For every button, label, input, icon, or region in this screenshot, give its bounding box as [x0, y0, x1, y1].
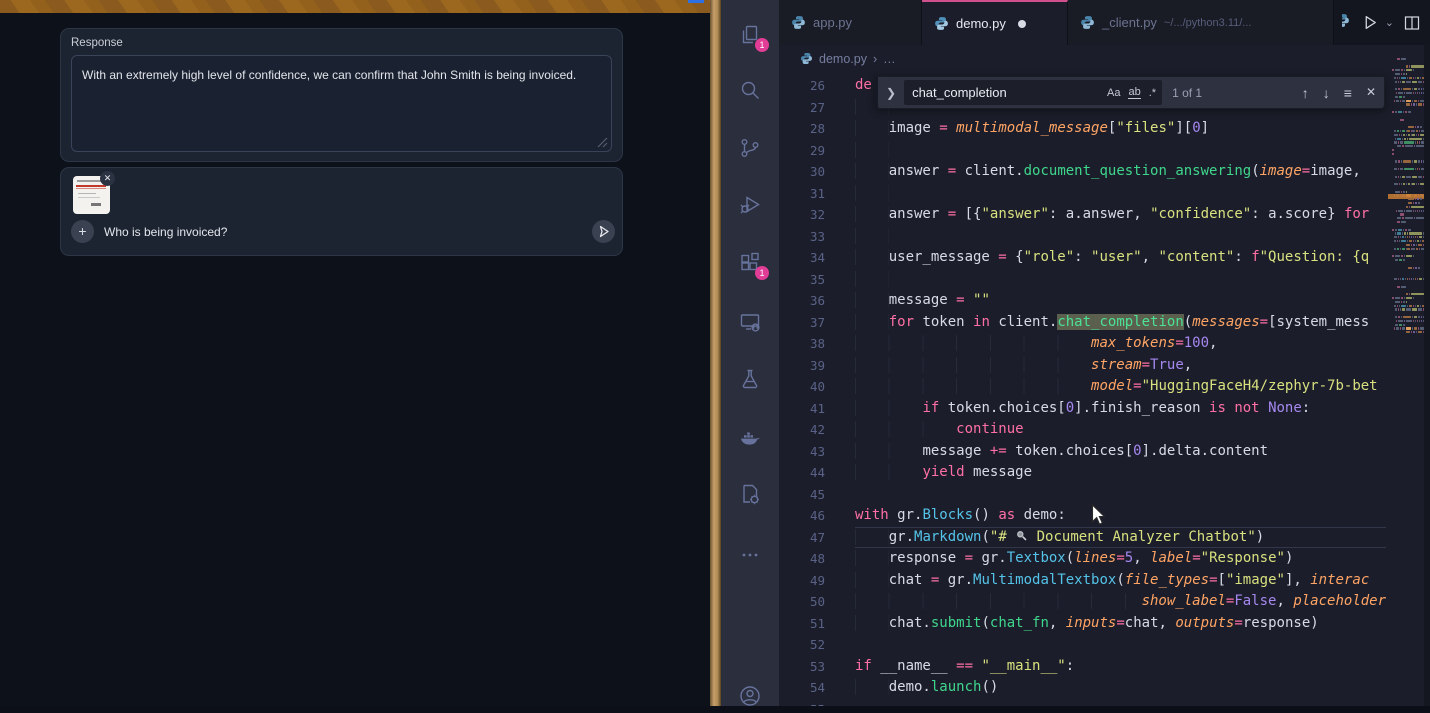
modified-dot[interactable] — [1018, 20, 1026, 28]
tab-description: ~/.../python3.11/... — [1164, 17, 1252, 29]
code-line-50[interactable]: 50 show_label=False, placeholder= — [779, 591, 1430, 613]
breadcrumb[interactable]: demo.py › … — [779, 45, 1430, 72]
code-line-42[interactable]: 42 continue — [779, 419, 1430, 441]
mouse-cursor — [1091, 504, 1106, 526]
scrollbar-track[interactable] — [1424, 45, 1430, 706]
python-icon — [1080, 15, 1095, 30]
code-line-36[interactable]: 36 message = "" — [779, 290, 1430, 312]
resize-handle-icon[interactable] — [597, 137, 608, 148]
code-line-32[interactable]: 32 answer = [{"answer": a.answer, "confi… — [779, 204, 1430, 226]
breadcrumb-more[interactable]: … — [883, 52, 896, 66]
more-views-icon[interactable] — [738, 543, 762, 567]
code-line-55[interactable]: 55 — [779, 699, 1430, 707]
response-block: Response With an extremely high level of… — [60, 28, 623, 162]
code-line-41[interactable]: 41 if token.choices[0].finish_reason is … — [779, 398, 1430, 420]
regex-toggle[interactable]: .* — [1149, 87, 1156, 99]
response-text: With an extremely high level of confiden… — [82, 68, 576, 82]
editor-actions: ⌄ — [1342, 0, 1430, 45]
code-line-29[interactable]: 29 — [779, 140, 1430, 162]
find-query[interactable]: chat_completion — [912, 85, 1099, 100]
response-label: Response — [71, 37, 123, 49]
close-find-button[interactable]: ✕ — [1366, 85, 1376, 101]
code-line-33[interactable]: 33 — [779, 226, 1430, 248]
code-line-35[interactable]: 35 — [779, 269, 1430, 291]
remove-attachment-button[interactable]: ✕ — [100, 171, 115, 186]
explorer-icon[interactable]: 1 — [738, 23, 762, 47]
find-widget: ❯ chat_completion Aa ab .* 1 of 1 ↑ ↓ ≡ … — [875, 76, 1385, 109]
python-icon — [791, 15, 806, 30]
previous-match-button[interactable]: ↑ — [1302, 85, 1309, 101]
response-textarea[interactable]: With an extremely high level of confiden… — [71, 55, 612, 152]
tab-bar: app.py demo.py _client.py ~/.../python3.… — [779, 0, 1430, 45]
tab-label: _client.py — [1102, 15, 1157, 30]
find-input[interactable]: chat_completion Aa ab .* — [904, 80, 1162, 105]
code-line-28[interactable]: 28 image = multimodal_message["files"][0… — [779, 118, 1430, 140]
code-line-49[interactable]: 49 chat = gr.MultimodalTextbox(file_type… — [779, 570, 1430, 592]
chat-input[interactable]: Who is being invoiced? — [104, 225, 227, 239]
overflow-tab-python-icon — [1342, 13, 1352, 33]
window-chrome-strip — [0, 0, 710, 13]
code-line-51[interactable]: 51 chat.submit(chat_fn, inputs=chat, out… — [779, 613, 1430, 635]
run-python-file-button[interactable] — [1362, 14, 1379, 31]
code-line-40[interactable]: 40 model="HuggingFaceH4/zephyr-7b-bet — [779, 376, 1430, 398]
breadcrumb-separator: › — [873, 52, 877, 66]
send-icon — [592, 220, 615, 243]
search-icon[interactable] — [738, 78, 762, 102]
run-debug-icon[interactable] — [738, 193, 762, 217]
code-line-47[interactable]: 47 gr.Markdown("# Document Analyzer Chat… — [779, 527, 1430, 549]
python-icon — [934, 16, 949, 31]
code-line-52[interactable]: 52 — [779, 634, 1430, 656]
source-control-icon[interactable] — [738, 136, 762, 160]
code-line-54[interactable]: 54 demo.launch() — [779, 677, 1430, 699]
make-tools-icon[interactable] — [738, 482, 762, 506]
code-line-34[interactable]: 34 user_message = {"role": "user", "cont… — [779, 247, 1430, 269]
find-results: 1 of 1 — [1172, 86, 1202, 100]
tab-demo-py[interactable]: demo.py — [922, 0, 1068, 45]
next-match-button[interactable]: ↓ — [1323, 85, 1330, 101]
account-icon[interactable] — [738, 684, 762, 708]
send-button[interactable] — [592, 220, 615, 243]
code-line-45[interactable]: 45 — [779, 484, 1430, 506]
match-case-toggle[interactable]: Aa — [1107, 87, 1120, 99]
pane-divider[interactable] — [710, 0, 721, 706]
code-line-38[interactable]: 38 max_tokens=100, — [779, 333, 1430, 355]
extensions-badge: 1 — [755, 266, 769, 280]
editor-zone: app.py demo.py _client.py ~/.../python3.… — [779, 0, 1430, 706]
chat-input-block: ✕ + Who is being invoiced? — [60, 167, 623, 256]
tab-client-py[interactable]: _client.py ~/.../python3.11/... — [1068, 0, 1334, 45]
breadcrumb-file[interactable]: demo.py — [819, 52, 867, 66]
minimap[interactable] — [1390, 45, 1424, 706]
activity-bar: 1 1 — [721, 0, 779, 706]
extensions-icon[interactable]: 1 — [738, 251, 762, 275]
chrome-artifact — [688, 0, 704, 3]
code-line-39[interactable]: 39 stream=True, — [779, 355, 1430, 377]
python-icon — [800, 52, 813, 65]
add-file-button[interactable]: + — [71, 220, 94, 243]
toggle-replace-chevron[interactable]: ❯ — [886, 86, 896, 100]
code-line-37[interactable]: 37 for token in client.chat_completion(m… — [779, 312, 1430, 334]
split-editor-button[interactable] — [1404, 15, 1420, 31]
whole-word-toggle[interactable]: ab — [1128, 86, 1140, 99]
remote-explorer-icon[interactable] — [738, 310, 762, 334]
explorer-badge: 1 — [755, 38, 769, 52]
code-line-43[interactable]: 43 message += token.choices[0].delta.con… — [779, 441, 1430, 463]
tab-label: demo.py — [956, 16, 1006, 31]
run-dropdown-chevron[interactable]: ⌄ — [1385, 16, 1394, 29]
tab-app-py[interactable]: app.py — [779, 0, 922, 45]
code-line-31[interactable]: 31 — [779, 183, 1430, 205]
tab-label: app.py — [813, 15, 852, 30]
code-line-30[interactable]: 30 answer = client.document_question_ans… — [779, 161, 1430, 183]
vscode-window: 1 1 — [721, 0, 1430, 706]
testing-icon[interactable] — [738, 367, 762, 391]
code-line-53[interactable]: 53if __name__ == "__main__": — [779, 656, 1430, 678]
gradio-app-pane: Response With an extremely high level of… — [0, 0, 710, 706]
code-line-44[interactable]: 44 yield message — [779, 462, 1430, 484]
find-in-selection-button[interactable]: ≡ — [1344, 85, 1352, 101]
code-editor[interactable]: 26de27 28 image = multimodal_message["fi… — [779, 72, 1430, 706]
code-line-48[interactable]: 48 response = gr.Textbox(lines=5, label=… — [779, 548, 1430, 570]
docker-icon[interactable] — [738, 425, 762, 449]
